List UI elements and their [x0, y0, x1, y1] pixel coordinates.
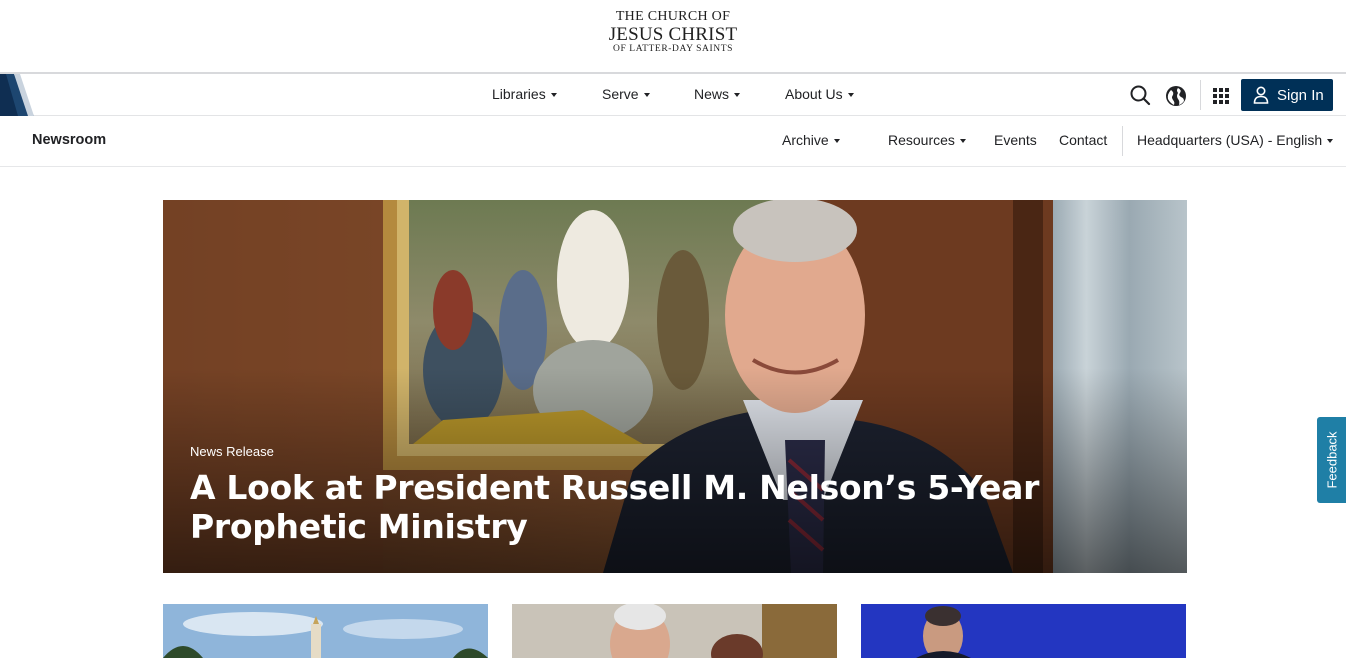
grid-apps-icon[interactable] — [1208, 83, 1234, 109]
sign-in-label: Sign In — [1277, 87, 1324, 104]
caret-down-icon — [643, 93, 650, 97]
nav-divider — [1200, 80, 1201, 110]
feedback-tab[interactable]: Feedback — [1317, 417, 1346, 503]
newsroom-subnav: Newsroom Archive Resources Events Contac… — [0, 116, 1346, 167]
subnav-item-resources[interactable]: Resources — [888, 132, 966, 148]
nav-item-label: Serve — [602, 86, 639, 102]
nav-item-libraries[interactable]: Libraries — [492, 86, 557, 102]
caret-down-icon — [959, 139, 966, 143]
temple-photo — [163, 604, 488, 658]
nav-item-serve[interactable]: Serve — [602, 86, 650, 102]
nav-item-news[interactable]: News — [694, 86, 741, 102]
logo-line-3: OF LATTER-DAY SAINTS — [612, 44, 734, 54]
subnav-item-label: Resources — [888, 132, 955, 148]
nav-item-label: About Us — [785, 86, 843, 102]
subnav-item-label: Archive — [782, 132, 829, 148]
sign-in-button[interactable]: Sign In — [1241, 79, 1333, 111]
hero-category-tag: News Release — [190, 444, 274, 459]
locale-selector[interactable]: Headquarters (USA) - English — [1137, 132, 1334, 148]
news-card-couple[interactable] — [512, 604, 837, 658]
caret-down-icon — [1327, 139, 1334, 143]
news-card-speaker[interactable] — [861, 604, 1186, 658]
search-icon[interactable] — [1128, 83, 1154, 109]
nav-item-label: News — [694, 86, 730, 102]
header-logo-bar: THE CHURCH OF JESUS CHRIST OF LATTER-DAY… — [0, 0, 1346, 72]
hero-headline[interactable]: A Look at President Russell M. Nelson’s … — [190, 468, 1130, 546]
logo-line-1: THE CHURCH OF — [615, 9, 731, 24]
nav-item-label: Libraries — [492, 86, 546, 102]
caret-down-icon — [550, 93, 557, 97]
caret-down-icon — [833, 139, 840, 143]
locale-label: Headquarters (USA) - English — [1137, 132, 1323, 148]
user-icon — [1253, 86, 1269, 104]
hero-feature-story[interactable]: News Release A Look at President Russell… — [163, 200, 1187, 573]
logo-line-2: JESUS CHRIST — [608, 24, 738, 45]
speaker-photo — [861, 604, 1186, 658]
subnav-item-contact[interactable]: Contact — [1059, 132, 1107, 148]
newsroom-title[interactable]: Newsroom — [32, 132, 106, 148]
couple-photo — [512, 604, 837, 658]
subnav-item-events[interactable]: Events — [994, 132, 1037, 148]
subnav-item-archive[interactable]: Archive — [782, 132, 840, 148]
caret-down-icon — [734, 93, 741, 97]
main-navigation: Libraries Serve News About Us Sign In — [0, 72, 1346, 116]
nav-item-about-us[interactable]: About Us — [785, 86, 854, 102]
news-card-temple[interactable] — [163, 604, 488, 658]
feedback-label: Feedback — [1324, 431, 1339, 489]
globe-icon[interactable] — [1163, 83, 1189, 109]
church-logo[interactable]: THE CHURCH OF JESUS CHRIST OF LATTER-DAY… — [0, 10, 1346, 55]
caret-down-icon — [847, 93, 854, 97]
subnav-divider — [1122, 126, 1123, 156]
